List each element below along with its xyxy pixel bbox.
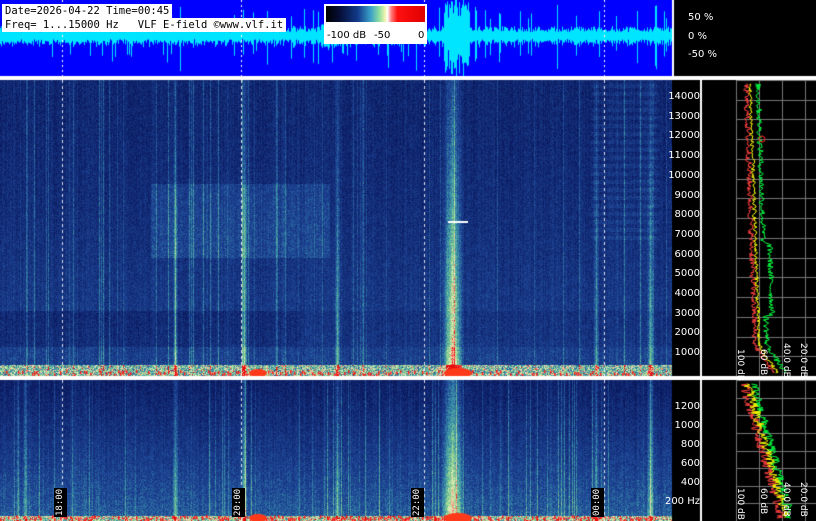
waveform-label-zero: 0 % [688,31,708,42]
frequency-station-label: Freq= 1...15000 Hz VLF E-field ©www.vlf.… [2,18,287,32]
waveform-label-minus50: -50 % [688,49,718,60]
colorbar-label-mid: -50 [374,30,391,41]
colorbar-label-max: 0 [418,30,425,41]
time-label-0000: 00:00 [591,487,604,517]
spectrum-upper-db-label-4: 20.0 dB [798,343,808,378]
spectrum-upper-db-label-2: 60 dB [758,349,768,376]
upper-freq-tick-label: 11000 [668,150,700,162]
upper-freq-tick-label: 10000 [668,169,700,181]
upper-freq-tick-label: 14000 [668,91,700,102]
time-label-2000: 20:00 [232,487,245,517]
lower-freq-tick-label: 400 [680,477,700,488]
upper-freq-tick-label: 7000 [674,228,700,240]
spectrum-upper-db-label-3: 40.0 dB [781,343,791,378]
time-label-2200: 22:00 [411,487,424,517]
lower-freq-tick-label: 600 [680,458,700,469]
spectrum-lower-db-label-4: 20.0 dB [798,482,808,517]
upper-freq-tick-label: 1000 [674,347,700,359]
colorbar-gradient [326,6,425,22]
upper-freq-tick-label: 8000 [674,209,700,221]
upper-freq-tick-label: 2000 [674,327,700,339]
lower-freq-tick-label: 1200 [674,401,700,412]
lower-freq-tick-label: 200 Hz [664,496,700,507]
spectrum-lower-db-label-2: 60 dB [758,488,768,515]
spectrum-lower-db-label-1: 100 dB [735,488,745,520]
spectrum-lower-db-label-3: 40.0 dB [781,482,791,517]
colorbar-legend: -100 dB -50 0 [324,4,427,44]
lower-freq-tick-label: 800 [680,439,700,450]
upper-freq-tick-label: 5000 [674,268,700,280]
waveform-label-plus50: 50 % [688,12,714,23]
spectrum-upper-db-label-1: 100 dB [735,349,745,381]
colorbar-label-min: -100 dB [327,30,367,41]
date-time-label: Date=2026-04-22 Time=00:45 [2,4,173,18]
upper-freq-tick-label: 6000 [674,248,700,260]
lower-freq-tick-label: 1000 [674,420,700,431]
upper-freq-tick-label: 12000 [668,130,700,142]
upper-freq-tick-label: 13000 [668,110,700,122]
upper-freq-tick-label: 3000 [674,307,700,319]
upper-freq-tick-label: 9000 [674,189,700,201]
upper-freq-tick-label: 4000 [674,288,700,299]
time-label-1800: 18:00 [54,487,67,517]
